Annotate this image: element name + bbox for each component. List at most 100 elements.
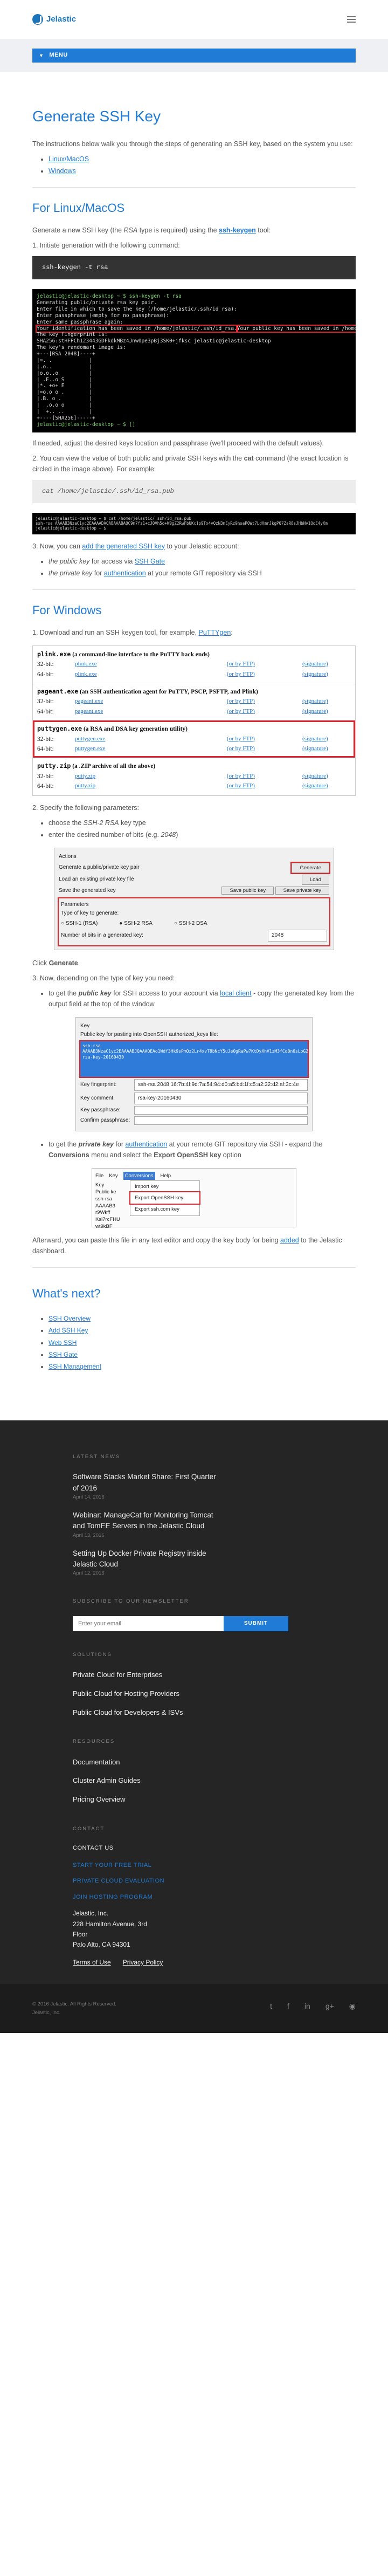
download-link[interactable]: plink.exe: [75, 670, 227, 679]
list-item: choose the SSH-2 RSA key type: [48, 818, 356, 828]
add-ssh-key-link[interactable]: add the generated SSH key: [82, 542, 165, 550]
ftp-link[interactable]: (or by FTP): [227, 697, 302, 706]
download-link[interactable]: puttygen.exe: [75, 734, 227, 744]
ftp-link[interactable]: (or by FTP): [227, 707, 302, 717]
load-label: Load an existing private key file: [59, 876, 134, 883]
signature-link[interactable]: (signature): [302, 697, 351, 706]
download-link[interactable]: puttygen.exe: [75, 744, 227, 754]
list-item: the public key for access via SSH Gate: [48, 556, 356, 567]
privacy-link[interactable]: Privacy Policy: [123, 1957, 163, 1968]
signature-link[interactable]: (signature): [302, 781, 351, 791]
terminal-line: jelastic@jelastic-desktop ~ $ ssh-keygen…: [37, 293, 182, 300]
putty-row: 32-bit: puttygen.exe (or by FTP) (signature…: [37, 734, 351, 744]
save-private-key-button[interactable]: Save private key: [275, 886, 329, 895]
news-title[interactable]: Webinar: ManageCat for Monitoring Tomcat…: [73, 1510, 218, 1532]
download-link[interactable]: putty.zip: [75, 772, 227, 781]
radio-ssh2-rsa[interactable]: ● SSH-2 RSA: [119, 919, 153, 928]
confirm-passphrase-field[interactable]: [134, 1116, 308, 1125]
list-item: Web SSH: [48, 1338, 356, 1348]
local-client-link[interactable]: local client: [220, 990, 251, 997]
comment-field[interactable]: rsa-key-20160430: [134, 1092, 308, 1104]
news-item[interactable]: Setting Up Docker Private Registry insid…: [73, 1548, 218, 1578]
generate-button[interactable]: Generate: [290, 861, 330, 874]
facebook-icon[interactable]: f: [287, 2000, 289, 2016]
signature-link[interactable]: (signature): [302, 734, 351, 744]
added-link[interactable]: added: [280, 1237, 299, 1244]
news-title[interactable]: Setting Up Docker Private Registry insid…: [73, 1548, 218, 1570]
terminal-line: Enter passphrase (empty for no passphras…: [37, 312, 169, 319]
rss-icon[interactable]: ◉: [349, 2000, 356, 2016]
terminal-line: | .E..o S |: [37, 376, 92, 383]
twitter-icon[interactable]: t: [270, 2000, 272, 2016]
ssh-gate-link[interactable]: SSH Gate: [135, 558, 165, 565]
terms-link[interactable]: Terms of Use: [73, 1957, 111, 1968]
menu-item-export-sshcom[interactable]: Export ssh.com key: [130, 1204, 199, 1215]
bits-input[interactable]: 2048: [268, 929, 327, 942]
signature-link[interactable]: (signature): [302, 660, 351, 669]
next-link[interactable]: SSH Overview: [48, 1315, 91, 1322]
jelastic-logo[interactable]: Jelastic: [32, 13, 76, 26]
ftp-link[interactable]: (or by FTP): [227, 660, 302, 669]
puttygen-link[interactable]: PuTTYgen: [199, 629, 231, 636]
menu-item-import-key[interactable]: Import key: [130, 1181, 199, 1192]
authentication-link[interactable]: authentication: [104, 569, 146, 577]
ftp-link[interactable]: (or by FTP): [227, 781, 302, 791]
terminal-line: +----[SHA256]-----+: [37, 415, 95, 421]
download-link[interactable]: plink.exe: [75, 660, 227, 669]
next-link[interactable]: SSH Management: [48, 1363, 101, 1370]
signature-link[interactable]: (signature): [302, 744, 351, 754]
download-link[interactable]: pageant.exe: [75, 707, 227, 717]
ssh-keygen-link[interactable]: ssh-keygen: [219, 226, 256, 234]
next-link[interactable]: Web SSH: [48, 1339, 77, 1347]
hamburger-icon[interactable]: [347, 16, 356, 23]
public-key-output[interactable]: ssh-rsa AAAAB3NzaC1yc2EAAAABJQAAAQEAo1Wd…: [79, 1040, 309, 1078]
cta-link[interactable]: JOIN HOSTING PROGRAM: [73, 1893, 388, 1902]
radio-ssh1-rsa[interactable]: ○ SSH-1 (RSA): [61, 919, 98, 928]
download-link[interactable]: pageant.exe: [75, 697, 227, 706]
save-public-key-button[interactable]: Save public key: [221, 886, 274, 895]
ftp-link[interactable]: (or by FTP): [227, 772, 302, 781]
solution-link[interactable]: Public Cloud for Developers & ISVs: [73, 1707, 388, 1719]
ftp-link[interactable]: (or by FTP): [227, 734, 302, 744]
solution-link[interactable]: Private Cloud for Enterprises: [73, 1670, 388, 1681]
ftp-link[interactable]: (or by FTP): [227, 670, 302, 679]
contact-us-link[interactable]: CONTACT US: [73, 1844, 388, 1853]
menu-help[interactable]: Help: [161, 1172, 171, 1180]
email-input[interactable]: [73, 1616, 224, 1631]
google-plus-icon[interactable]: g+: [325, 2000, 334, 2016]
linkedin-icon[interactable]: in: [304, 2000, 310, 2016]
signature-link[interactable]: (signature): [302, 670, 351, 679]
signature-link[interactable]: (signature): [302, 707, 351, 717]
arch-label: 32-bit:: [37, 661, 54, 668]
terminal-line: |=. . |: [37, 357, 92, 363]
load-button[interactable]: Load: [301, 874, 329, 885]
news-item[interactable]: Software Stacks Market Share: First Quar…: [73, 1472, 218, 1501]
next-link[interactable]: SSH Gate: [48, 1351, 78, 1358]
next-link[interactable]: Add SSH Key: [48, 1327, 88, 1334]
toc-link-linux[interactable]: Linux/MacOS: [48, 155, 89, 163]
menu-dropdown[interactable]: ▼ MENU: [32, 49, 356, 63]
cta-link[interactable]: START YOUR FREE TRIAL: [73, 1861, 388, 1871]
menu-conversions[interactable]: Conversions: [123, 1171, 155, 1180]
download-link[interactable]: putty.zip: [75, 781, 227, 791]
intro-text: The instructions below walk you through …: [32, 140, 353, 148]
fingerprint-field[interactable]: ssh-rsa 2048 16:7b:4f:9d:7a:54:94:d0:a5:…: [134, 1079, 308, 1091]
passphrase-field[interactable]: [134, 1105, 308, 1115]
news-title[interactable]: Software Stacks Market Share: First Quar…: [73, 1472, 218, 1494]
resource-link[interactable]: Pricing Overview: [73, 1794, 388, 1805]
cta-link[interactable]: PRIVATE CLOUD EVALUATION: [73, 1877, 388, 1886]
radio-ssh2-dsa[interactable]: ○ SSH-2 DSA: [174, 919, 207, 928]
news-item[interactable]: Webinar: ManageCat for Monitoring Tomcat…: [73, 1510, 218, 1540]
menu-file[interactable]: File: [95, 1172, 103, 1180]
resource-link[interactable]: Cluster Admin Guides: [73, 1775, 388, 1787]
resource-link[interactable]: Documentation: [73, 1757, 388, 1768]
ftp-link[interactable]: (or by FTP): [227, 744, 302, 754]
menu-item-export-openssh[interactable]: Export OpenSSH key: [129, 1191, 200, 1205]
putty-row: 64-bit: puttygen.exe (or by FTP) (signature…: [37, 744, 351, 754]
solution-link[interactable]: Public Cloud for Hosting Providers: [73, 1688, 388, 1700]
menu-key[interactable]: Key: [109, 1172, 117, 1180]
authentication-link[interactable]: authentication: [125, 1141, 167, 1148]
signature-link[interactable]: (signature): [302, 772, 351, 781]
toc-link-windows[interactable]: Windows: [48, 167, 76, 175]
submit-button[interactable]: SUBMIT: [224, 1616, 288, 1631]
